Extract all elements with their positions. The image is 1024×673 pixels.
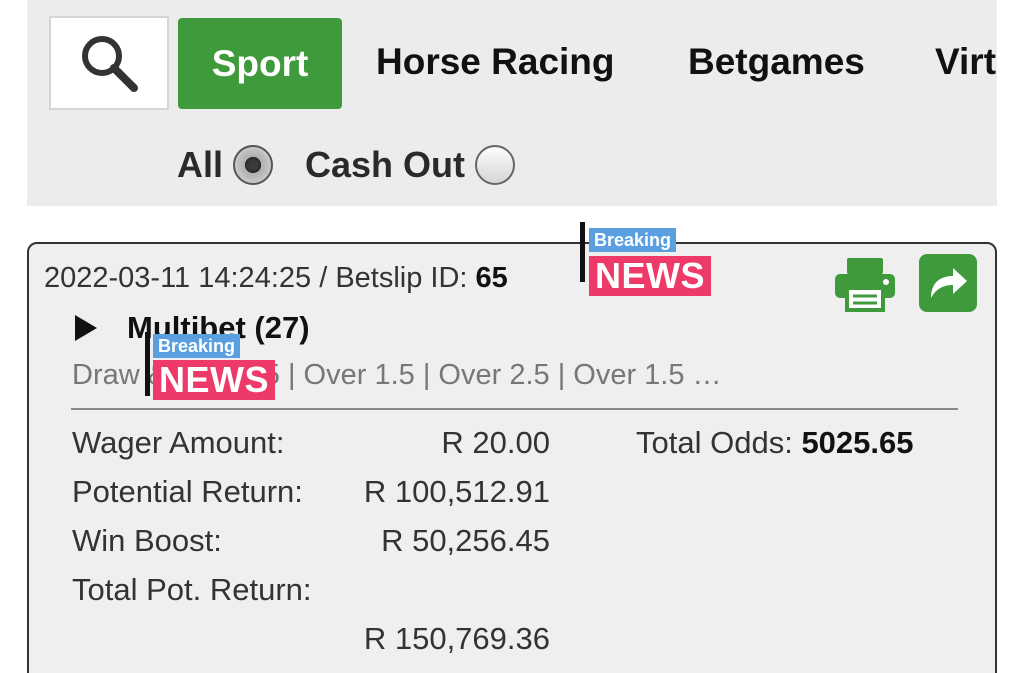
potential-return-value: R 100,512.91 [363,474,550,509]
tab-horse-racing[interactable]: Horse Racing [376,40,615,84]
total-odds-label: Total Odds: [636,425,793,460]
news-label: NEWS [153,360,275,400]
wager-label: Wager Amount: [72,425,285,460]
wager-value: R 20.00 [441,425,550,460]
overlay-bar [145,332,150,396]
potential-return-label: Potential Return: [72,474,303,509]
total-odds-value: 5025.65 [801,425,914,460]
breaking-label: Breaking [153,334,241,358]
top-navigation: Sport Horse Racing Betgames Virt All Cas… [27,0,997,206]
bet-meta: 2022-03-11 14:24:25 / Betslip ID: 65 [44,262,508,295]
filter-all-radio[interactable] [233,145,274,185]
bet-datetime: 2022-03-11 14:24:25 [44,262,312,294]
filter-all-label: All [177,144,224,185]
tab-virtual[interactable]: Virt [935,40,996,84]
win-boost-label: Win Boost: [72,523,222,558]
search-icon [82,36,138,92]
news-label: NEWS [589,256,711,296]
share-icon[interactable] [919,254,977,312]
filter-cash-out-radio[interactable] [475,145,516,185]
total-return-value: R 150,769.36 [363,621,550,656]
filter-cash-out-label: Cash Out [305,144,466,185]
tab-betgames[interactable]: Betgames [688,40,865,84]
filter-row: All Cash Out [177,143,547,187]
breaking-label: Breaking [589,228,677,252]
win-boost-value: R 50,256.45 [381,523,550,558]
betslip-label: / Betslip ID: [319,262,468,294]
overlay-bar [580,222,585,282]
tab-sport[interactable]: Sport [178,18,342,109]
total-return-label: Total Pot. Return: [72,572,312,607]
print-icon[interactable] [833,256,897,312]
divider [71,408,958,410]
expand-triangle-icon[interactable] [75,315,97,341]
search-button[interactable] [49,16,169,110]
betslip-id: 65 [475,262,508,294]
total-odds: Total Odds: 5025.65 [636,425,914,461]
